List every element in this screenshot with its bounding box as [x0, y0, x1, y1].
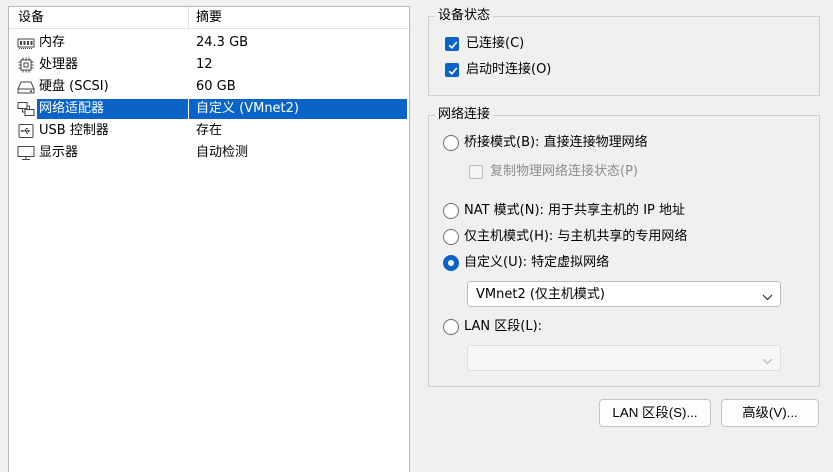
- device-list: 设备 摘要 内存 24.3 GB 处理器 12 硬盘 (SCSI) 60 GB …: [8, 6, 410, 472]
- device-summary: 自动检测: [196, 145, 249, 160]
- lan-segment-dropdown[interactable]: [467, 345, 781, 371]
- lan-segment-label: LAN 区段(L):: [464, 319, 543, 334]
- network-connection-group: 网络连接 桥接模式(B): 直接连接物理网络 复制物理网络连接状态(P) NAT…: [428, 107, 820, 387]
- host-only-mode-label: 仅主机模式(H): 与主机共享的专用网络: [464, 229, 688, 244]
- device-summary: 12: [196, 57, 213, 72]
- device-status-group: 设备状态 已连接(C) 启动时连接(O): [428, 8, 820, 96]
- radio-unselected-icon[interactable]: [443, 203, 459, 219]
- device-name: 硬盘 (SCSI): [39, 79, 109, 94]
- checkbox-checked-icon[interactable]: [445, 63, 459, 77]
- device-summary: 24.3 GB: [196, 35, 249, 50]
- nat-mode-label: NAT 模式(N): 用于共享主机的 IP 地址: [464, 203, 686, 218]
- device-name: 内存: [39, 35, 66, 50]
- chevron-down-icon: [762, 290, 773, 305]
- radio-unselected-icon[interactable]: [443, 319, 459, 335]
- radio-selected-icon[interactable]: [443, 255, 459, 271]
- device-row-network-adapter[interactable]: 网络适配器 自定义 (VMnet2): [9, 98, 409, 120]
- custom-network-value: VMnet2 (仅主机模式): [476, 287, 605, 302]
- hard-disk-icon: [17, 79, 35, 95]
- device-name: USB 控制器: [39, 123, 109, 138]
- advanced-button[interactable]: 高级(V)...: [721, 399, 819, 427]
- device-row-memory[interactable]: 内存 24.3 GB: [9, 32, 409, 54]
- checkbox-checked-icon[interactable]: [445, 37, 459, 51]
- lan-segments-button[interactable]: LAN 区段(S)...: [599, 399, 711, 427]
- network-adapter-icon: [17, 101, 35, 117]
- device-summary: 自定义 (VMnet2): [196, 101, 299, 116]
- chevron-down-icon: [762, 354, 773, 369]
- monitor-icon: [17, 145, 35, 161]
- connect-at-power-on-label: 启动时连接(O): [466, 62, 552, 77]
- device-row-display[interactable]: 显示器 自动检测: [9, 142, 409, 164]
- column-separator[interactable]: [188, 7, 189, 29]
- replicate-state-label: 复制物理网络连接状态(P): [490, 164, 638, 179]
- network-connection-title: 网络连接: [435, 107, 494, 123]
- device-status-title: 设备状态: [435, 8, 494, 24]
- column-header-summary[interactable]: 摘要: [196, 10, 222, 26]
- checkbox-disabled-icon[interactable]: [469, 165, 483, 179]
- column-header-device[interactable]: 设备: [18, 10, 44, 26]
- radio-unselected-icon[interactable]: [443, 229, 459, 245]
- device-row-processor[interactable]: 处理器 12: [9, 54, 409, 76]
- device-summary: 60 GB: [196, 79, 236, 94]
- bridged-mode-label: 桥接模式(B): 直接连接物理网络: [464, 135, 648, 150]
- radio-unselected-icon[interactable]: [443, 135, 459, 151]
- device-row-usb-controller[interactable]: USB 控制器 存在: [9, 120, 409, 142]
- usb-icon: [17, 123, 35, 139]
- memory-icon: [17, 35, 35, 51]
- device-name: 处理器: [39, 57, 79, 72]
- custom-network-label: 自定义(U): 特定虚拟网络: [464, 255, 610, 270]
- device-name: 网络适配器: [39, 101, 105, 116]
- processor-icon: [17, 57, 35, 73]
- custom-network-dropdown[interactable]: VMnet2 (仅主机模式): [467, 281, 781, 307]
- device-summary: 存在: [196, 123, 223, 138]
- device-list-header: 设备 摘要: [9, 7, 409, 29]
- connected-label: 已连接(C): [466, 36, 525, 51]
- device-row-hard-disk[interactable]: 硬盘 (SCSI) 60 GB: [9, 76, 409, 98]
- device-name: 显示器: [39, 145, 79, 160]
